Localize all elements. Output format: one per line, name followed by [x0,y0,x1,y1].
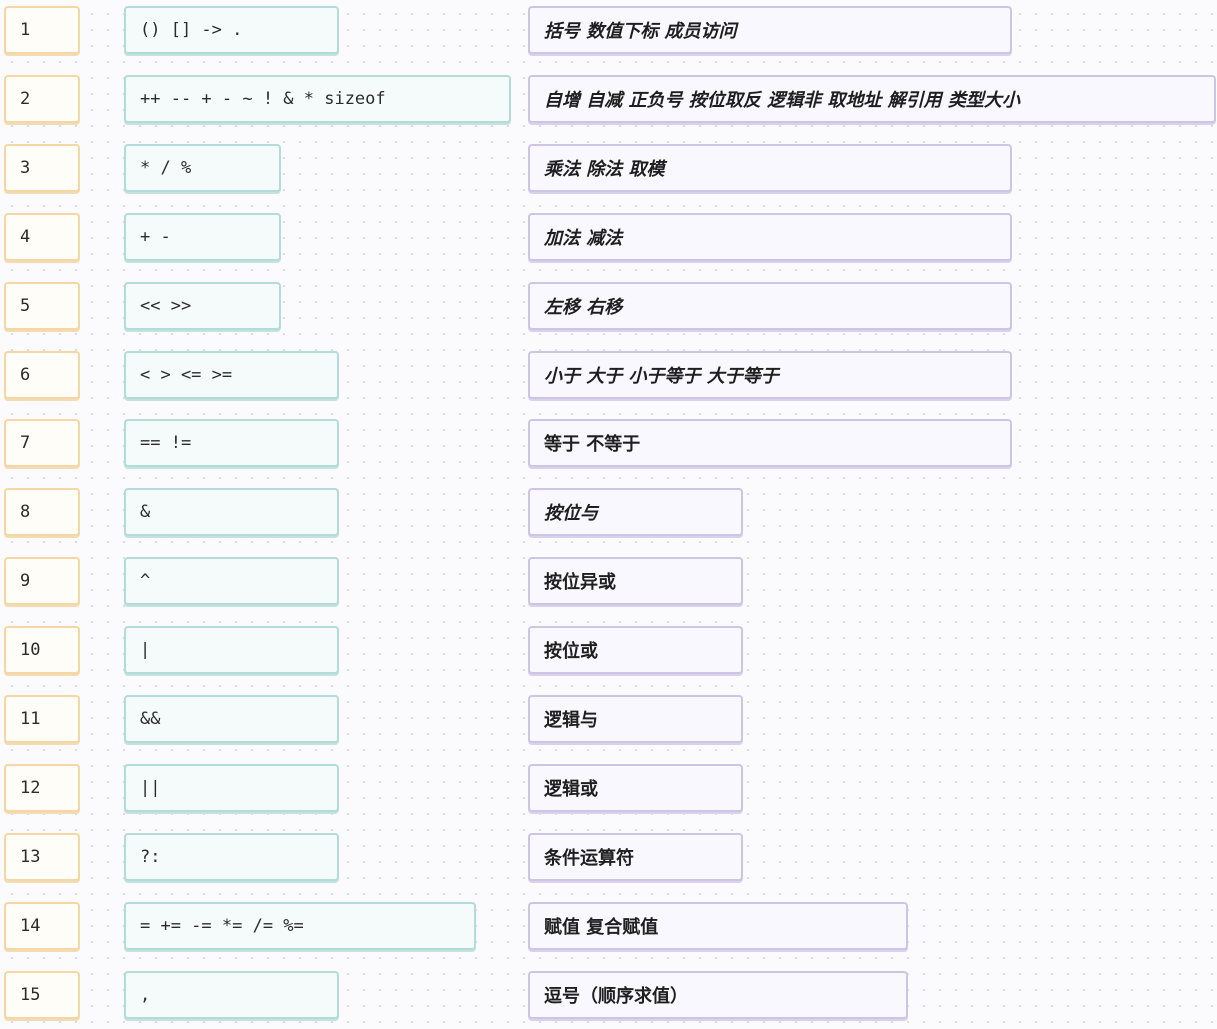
precedence-level: 10 [4,626,80,674]
operator-symbols: * / % [124,144,281,192]
precedence-level: 8 [4,488,80,536]
precedence-level: 13 [4,833,80,881]
precedence-row: 5 << >> 左移 右移 [0,282,1217,334]
operator-symbols: = += -= *= /= %= [124,902,476,950]
precedence-level: 1 [4,6,80,54]
precedence-level: 14 [4,902,80,950]
operator-description: 左移 右移 [528,282,1012,330]
operator-description: 按位或 [528,626,743,674]
precedence-level: 15 [4,971,80,1019]
operator-description: 等于 不等于 [528,419,1012,467]
precedence-level: 11 [4,695,80,743]
operator-description: 赋值 复合赋值 [528,902,908,950]
precedence-row: 13?: 条件运算符 [0,833,1217,885]
operator-description: 条件运算符 [528,833,743,881]
operator-description: 逻辑或 [528,764,743,812]
operator-description: 逗号（顺序求值） [528,971,908,1019]
precedence-level: 2 [4,75,80,123]
operator-symbols: , [124,971,339,1019]
operator-description: 乘法 除法 取模 [528,144,1012,192]
precedence-row: 3 * / % 乘法 除法 取模 [0,144,1217,196]
precedence-row: 7 == != 等于 不等于 [0,419,1217,471]
operator-precedence-diagram: 1 () [] -> . 括号 数值下标 成员访问 2 ++ -- + - ~ ! & … [0,0,1217,1029]
operator-description: 加法 减法 [528,213,1012,261]
operator-description: 小于 大于 小于等于 大于等于 [528,351,1012,399]
operator-symbols: | [124,626,339,674]
operator-symbols: < > <= >= [124,351,339,399]
operator-symbols: == != [124,419,339,467]
precedence-level: 7 [4,419,80,467]
precedence-row: 15, 逗号（顺序求值） [0,971,1217,1023]
precedence-level: 9 [4,557,80,605]
operator-description: 按位异或 [528,557,743,605]
operator-symbols: || [124,764,339,812]
operator-symbols: ^ [124,557,339,605]
precedence-level: 12 [4,764,80,812]
operator-symbols: & [124,488,339,536]
precedence-row: 6 < > <= >= 小于 大于 小于等于 大于等于 [0,351,1217,403]
operator-description: 自增 自减 正负号 按位取反 逻辑非 取地址 解引用 类型大小 [528,75,1216,123]
operator-description: 括号 数值下标 成员访问 [528,6,1012,54]
precedence-row: 4 + - 加法 减法 [0,213,1217,265]
operator-symbols: && [124,695,339,743]
precedence-level: 4 [4,213,80,261]
precedence-row: 12 || 逻辑或 [0,764,1217,816]
operator-symbols: () [] -> . [124,6,339,54]
operator-symbols: ++ -- + - ~ ! & * sizeof [124,75,511,123]
operator-description: 按位与 [528,488,743,536]
precedence-level: 5 [4,282,80,330]
precedence-level: 3 [4,144,80,192]
precedence-row: 9 ^ 按位异或 [0,557,1217,609]
precedence-row: 2 ++ -- + - ~ ! & * sizeof 自增 自减 正负号 按位取反 … [0,75,1217,127]
precedence-row: 10 | 按位或 [0,626,1217,678]
precedence-level: 6 [4,351,80,399]
precedence-row: 1 () [] -> . 括号 数值下标 成员访问 [0,6,1217,58]
operator-description: 逻辑与 [528,695,743,743]
precedence-row: 8 & 按位与 [0,488,1217,540]
operator-symbols: << >> [124,282,281,330]
precedence-row: 14 = += -= *= /= %= 赋值 复合赋值 [0,902,1217,954]
operator-symbols: ?: [124,833,339,881]
operator-symbols: + - [124,213,281,261]
precedence-row: 11 && 逻辑与 [0,695,1217,747]
